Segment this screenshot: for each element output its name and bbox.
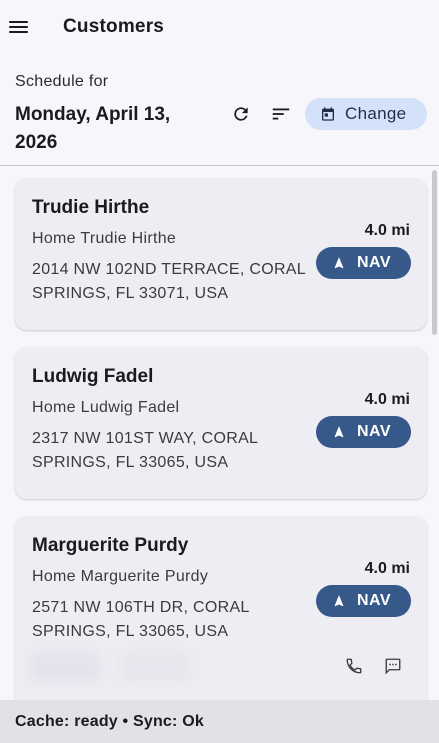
nav-label: NAV [357,592,392,609]
schedule-header: Schedule for Monday, April 13, 2026 [15,73,215,157]
navigation-arrow-icon [332,425,346,439]
customer-name: Trudie Hirthe [32,197,150,218]
top-app-bar: Customers [0,0,439,56]
change-date-button[interactable]: Change [305,98,427,130]
faded-content [30,652,100,682]
phone-icon[interactable] [343,655,365,677]
customer-address: 2571 NW 106TH DR, CORAL SPRINGS, FL 3306… [32,599,250,640]
status-bar: Cache: ready • Sync: Ok [0,700,439,743]
message-icon[interactable] [382,655,404,677]
app-root: Customers Schedule for Monday, April 13,… [0,0,439,743]
customer-distance: 4.0 mi [364,391,410,408]
customer-distance: 4.0 mi [364,222,410,239]
customer-location: Home Ludwig Fadel [32,399,180,416]
sort-icon [272,108,290,120]
navigation-arrow-icon [332,256,346,270]
refresh-icon [234,107,248,121]
sort-button[interactable] [269,102,293,126]
refresh-button[interactable] [229,102,253,126]
calendar-icon [320,106,336,122]
nav-button[interactable]: NAV [316,247,411,279]
nav-label: NAV [357,254,392,271]
schedule-label: Schedule for [15,73,109,90]
nav-button[interactable]: NAV [316,416,411,448]
customer-list[interactable]: Trudie Hirthe Home Trudie Hirthe 2014 NW… [0,166,439,700]
page-title: Customers [63,16,165,37]
customer-name: Ludwig Fadel [32,366,154,387]
nav-button[interactable]: NAV [316,585,411,617]
faded-content [120,652,190,682]
customer-location: Home Trudie Hirthe [32,230,177,247]
customer-distance: 4.0 mi [364,560,410,577]
change-date-label: Change [345,104,407,123]
nav-label: NAV [357,423,392,440]
customer-card[interactable]: Ludwig Fadel Home Ludwig Fadel 2317 NW 1… [15,347,427,499]
schedule-date: Monday, April 13, 2026 [15,104,171,153]
status-text: Cache: ready • Sync: Ok [15,712,204,730]
navigation-arrow-icon [332,594,346,608]
customer-address: 2014 NW 102ND TERRACE, CORAL SPRINGS, FL… [32,261,306,302]
customer-address: 2317 NW 101ST WAY, CORAL SPRINGS, FL 330… [32,430,258,471]
customer-name: Marguerite Purdy [32,535,189,556]
list-scrollbar[interactable] [432,170,437,335]
customer-location: Home Marguerite Purdy [32,568,209,585]
customer-card[interactable]: Trudie Hirthe Home Trudie Hirthe 2014 NW… [15,178,427,330]
hamburger-menu-icon[interactable] [9,17,29,37]
